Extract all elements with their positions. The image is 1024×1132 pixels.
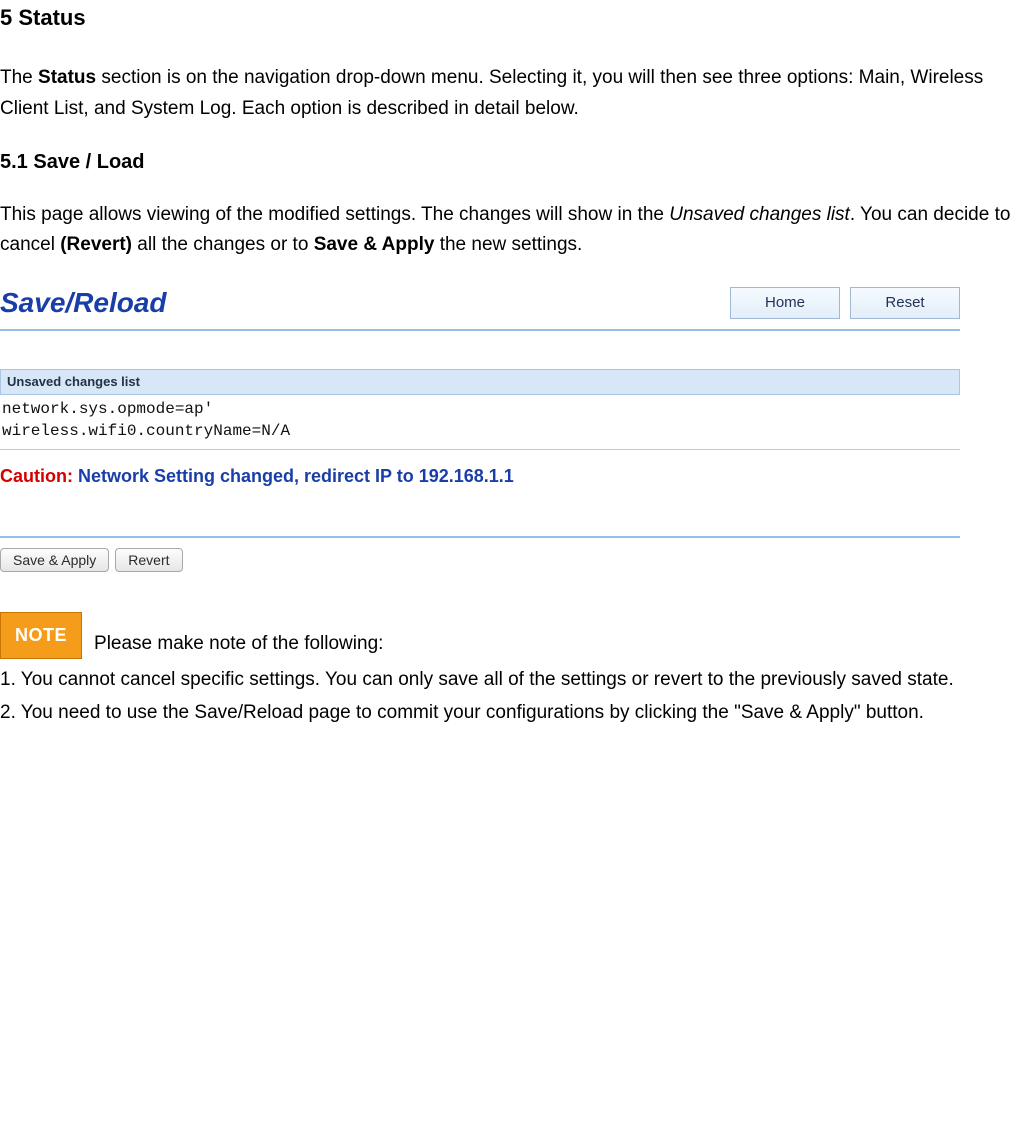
note-item-1: 1. You cannot cancel specific settings. … — [0, 665, 1024, 695]
note-lead: Please make note of the following: — [94, 629, 383, 659]
revert-button[interactable]: Revert — [115, 548, 182, 572]
note-items: 1. You cannot cancel specific settings. … — [0, 665, 1024, 728]
heading-save-load: 5.1 Save / Load — [0, 146, 1024, 178]
text-bold: Status — [38, 67, 96, 88]
text-italic: Unsaved changes list — [669, 204, 850, 225]
text: all the changes or to — [132, 234, 314, 255]
text: section is on the navigation drop-down m… — [0, 67, 983, 118]
text: The — [0, 67, 38, 88]
button-row: Save & Apply Revert — [0, 548, 960, 572]
note-row: NOTE Please make note of the following: — [0, 612, 1024, 659]
reset-tab[interactable]: Reset — [850, 287, 960, 319]
panel-header: Save/Reload Home Reset — [0, 281, 960, 331]
note-badge: NOTE — [0, 612, 82, 659]
text-bold: (Revert) — [60, 234, 132, 255]
caution-text: Network Setting changed, redirect IP to … — [73, 466, 514, 486]
paragraph-intro: The Status section is on the navigation … — [0, 63, 1024, 124]
panel-title: Save/Reload — [0, 281, 167, 326]
unsaved-changes-content: network.sys.opmode=ap' wireless.wifi0.co… — [0, 395, 960, 449]
unsaved-changes-header: Unsaved changes list — [0, 369, 960, 396]
text: This page allows viewing of the modified… — [0, 204, 669, 225]
save-apply-button[interactable]: Save & Apply — [0, 548, 109, 572]
divider — [0, 536, 960, 538]
save-reload-panel: Save/Reload Home Reset Unsaved changes l… — [0, 281, 960, 573]
panel-tabs: Home Reset — [730, 287, 960, 319]
text: the new settings. — [434, 234, 582, 255]
heading-status: 5 Status — [0, 0, 1024, 35]
caution-row: Caution: Network Setting changed, redire… — [0, 462, 960, 491]
caution-label: Caution: — [0, 466, 73, 486]
paragraph-save-load: This page allows viewing of the modified… — [0, 200, 1024, 261]
text-bold: Save & Apply — [314, 234, 435, 255]
home-tab[interactable]: Home — [730, 287, 840, 319]
note-item-2: 2. You need to use the Save/Reload page … — [0, 698, 1024, 728]
